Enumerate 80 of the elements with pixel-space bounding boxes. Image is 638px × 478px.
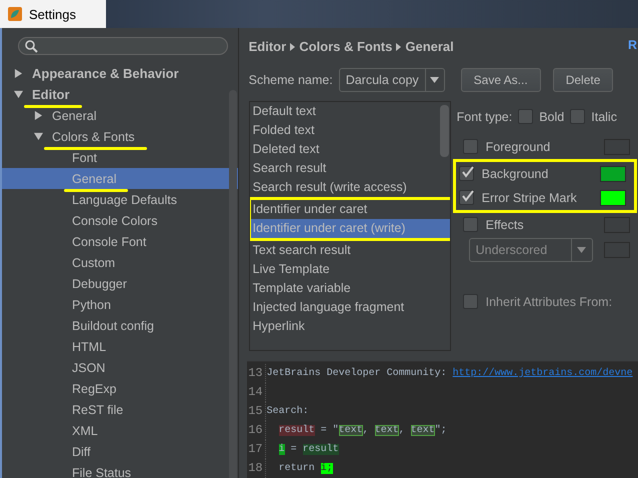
separator-arrow-icon (290, 42, 296, 51)
line-number: 14 (246, 382, 266, 402)
attribute-list-item[interactable]: Default text (250, 102, 450, 121)
dropdown-arrow-icon (577, 246, 586, 253)
checkbox[interactable] (570, 109, 586, 124)
line-number: 18 (246, 458, 266, 478)
collapsed-arrow-icon[interactable] (14, 69, 23, 78)
checkbox[interactable] (462, 139, 478, 154)
search-field[interactable] (18, 37, 228, 55)
checkbox[interactable] (458, 166, 474, 182)
code-line: return i; (278, 462, 333, 474)
tree-item[interactable]: RegExp (2, 378, 238, 399)
tree-item[interactable]: File Status (2, 462, 238, 478)
checkbox[interactable] (462, 217, 478, 232)
tree-item[interactable]: Colors & Fonts (2, 126, 238, 147)
checkbox[interactable] (462, 294, 478, 310)
scheme-label: Scheme name: (248, 72, 333, 87)
tree-item[interactable]: Custom (2, 252, 238, 273)
attribute-list-item[interactable]: Text search result (250, 240, 450, 260)
font-type-label: Font type: (456, 110, 512, 124)
attribute-list-item[interactable]: Live Template (250, 260, 450, 279)
attribute-list-item[interactable]: Deleted text (250, 140, 450, 159)
tree-item[interactable]: Appearance & Behavior (2, 63, 238, 84)
checkbox[interactable] (458, 190, 474, 206)
search-icon (25, 40, 38, 52)
tree-item[interactable]: XML (2, 420, 238, 441)
code-line: result = "text, text, text"; (278, 424, 447, 436)
attribute-list-item[interactable]: Hyperlink (250, 316, 450, 336)
scrollbar[interactable] (228, 90, 237, 478)
color-swatch[interactable] (600, 190, 626, 206)
option-label: Error Stripe Mark (482, 190, 578, 205)
tree-item[interactable]: Python (2, 294, 238, 315)
separator-arrow-icon (396, 42, 402, 51)
reset-link[interactable]: R (628, 38, 637, 52)
tree-item[interactable]: Buildout config (2, 315, 238, 336)
line-number: 13 (246, 364, 266, 383)
collapsed-arrow-icon[interactable] (34, 111, 43, 120)
code-line: i = result (278, 444, 339, 455)
attribute-list-item[interactable]: Folded text (250, 120, 450, 140)
attribute-list-item[interactable]: Injected language fragment (250, 298, 450, 317)
option-label: Effects (486, 218, 525, 232)
tree-item[interactable]: Debugger (2, 273, 238, 294)
attribute-list-item[interactable]: Identifier under caret (250, 200, 450, 219)
window-title: Settings (29, 6, 76, 22)
checkbox[interactable] (518, 109, 534, 124)
tree-item[interactable]: ReST file (2, 399, 238, 420)
tree-item[interactable]: General (2, 105, 238, 126)
code-line: JetBrains Developer Community: http://www.jetbrains.com/devne (266, 368, 633, 379)
option-label: Bold (539, 110, 564, 124)
tree-item[interactable]: JSON (2, 357, 238, 378)
attribute-list-item[interactable]: Search result (250, 158, 450, 178)
breadcrumb-item: Editor (248, 39, 286, 54)
option-label: Inherit Attributes From: (486, 294, 614, 309)
option-label: Italic (591, 110, 617, 124)
color-swatch[interactable] (600, 166, 626, 182)
breadcrumb-item: Colors & Fonts (299, 39, 392, 54)
line-number: 17 (246, 440, 266, 459)
save-as-button[interactable]: Save As... (460, 68, 541, 92)
option-label: Foreground (486, 140, 552, 154)
expanded-arrow-icon[interactable] (14, 90, 23, 99)
tree-item[interactable]: Diff (2, 441, 238, 462)
option-label: Background (482, 166, 550, 181)
app-icon (7, 6, 23, 22)
scrollbar[interactable] (440, 104, 449, 157)
code-line: Search: (266, 406, 309, 417)
tree-item[interactable]: Editor (2, 84, 238, 105)
breadcrumb-item: General (405, 39, 454, 54)
line-number: 16 (246, 420, 266, 440)
attribute-list-item[interactable]: Template variable (250, 278, 450, 298)
tree-item[interactable]: HTML (2, 336, 238, 357)
delete-button[interactable]: Delete (552, 68, 614, 92)
tree-item[interactable]: Language Defaults (2, 189, 238, 210)
scheme-dropdown[interactable]: Darcula copy (338, 68, 445, 92)
expanded-arrow-icon[interactable] (34, 132, 43, 141)
line-number: 15 (246, 402, 266, 421)
tree-item[interactable]: Console Colors (2, 210, 238, 231)
attribute-list-item[interactable]: Search result (write access) (250, 178, 450, 197)
dropdown-arrow-icon (430, 76, 440, 83)
tree-item[interactable]: Console Font (2, 231, 238, 252)
tree-item[interactable]: Font (2, 147, 238, 168)
